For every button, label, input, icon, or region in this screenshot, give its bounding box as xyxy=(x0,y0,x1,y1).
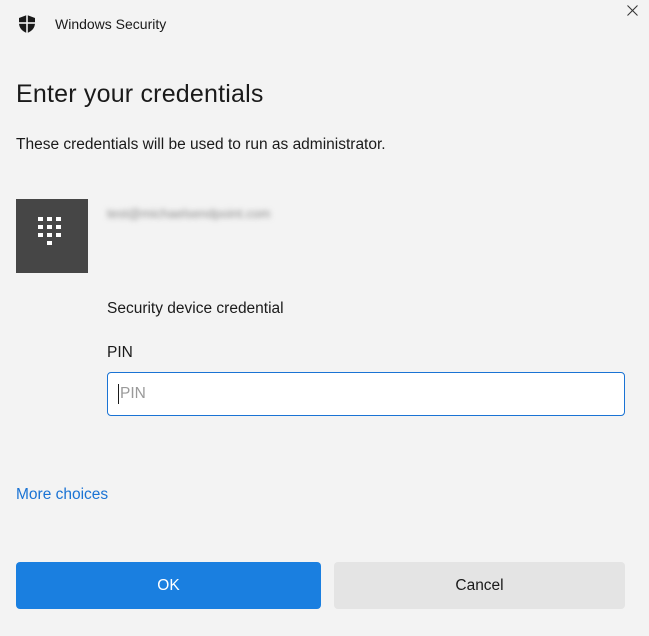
text-caret xyxy=(118,384,119,404)
window-title: Windows Security xyxy=(55,16,167,32)
keypad-icon xyxy=(38,217,61,245)
credential-type-label: Security device credential xyxy=(107,300,284,317)
more-choices-link[interactable]: More choices xyxy=(16,486,108,504)
shield-icon xyxy=(19,15,35,33)
account-email: test@michaelsendpoint.com xyxy=(107,206,271,221)
account-tile[interactable] xyxy=(16,199,88,273)
close-button[interactable] xyxy=(615,0,649,28)
title-bar: Windows Security xyxy=(0,0,649,52)
close-icon xyxy=(627,5,638,16)
cancel-button[interactable]: Cancel xyxy=(334,562,625,609)
ok-button[interactable]: OK xyxy=(16,562,321,609)
page-description: These credentials will be used to run as… xyxy=(16,136,386,153)
credentials-dialog: Windows Security Enter your credentials … xyxy=(0,0,649,636)
pin-label: PIN xyxy=(107,344,133,361)
pin-input[interactable] xyxy=(107,372,625,416)
page-title: Enter your credentials xyxy=(16,80,264,108)
